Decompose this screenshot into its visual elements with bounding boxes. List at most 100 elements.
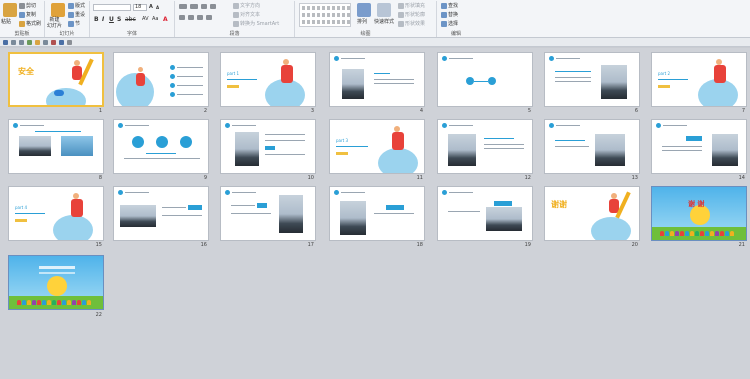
font-color-button[interactable]: A [163, 16, 168, 23]
shadow-button[interactable]: S [117, 16, 121, 23]
quick-styles-icon[interactable] [377, 3, 391, 17]
slide-thumbnail[interactable] [113, 119, 209, 174]
header-line [449, 192, 473, 193]
format-painter-button[interactable]: 格式刷 [19, 21, 41, 27]
justify-button[interactable] [206, 15, 212, 20]
align-right-button[interactable] [197, 15, 203, 20]
shrink-font-button[interactable]: A [156, 5, 159, 10]
paste-button[interactable]: 粘贴 [1, 19, 11, 25]
reset-button[interactable]: 重设 [68, 12, 85, 18]
slide-thumbnail[interactable] [8, 119, 104, 174]
text-line [555, 140, 585, 141]
open-icon[interactable] [35, 39, 40, 45]
italic-button[interactable]: I [102, 16, 104, 23]
part-label: part 4 [15, 205, 28, 210]
select-button[interactable]: 选择 [441, 21, 458, 27]
slide-thumbnail[interactable]: 安全 [8, 52, 104, 107]
cut-button[interactable]: 剪切 [19, 3, 36, 9]
slide-thumbnail[interactable] [437, 186, 533, 241]
customize-icon[interactable] [67, 39, 72, 45]
shape-effects-button[interactable]: 形状效果 [398, 21, 425, 27]
bold-button[interactable]: B [94, 16, 99, 23]
slide-thumbnail[interactable]: 谢 谢 [651, 186, 747, 241]
align-left-button[interactable] [179, 15, 185, 20]
quick-styles-button[interactable]: 快速样式 [374, 19, 394, 25]
replace-button[interactable]: 替换 [441, 12, 458, 18]
change-case-button[interactable]: Aa [152, 16, 158, 22]
shape-fill-button[interactable]: 形状填充 [398, 3, 425, 9]
find-button[interactable]: 查找 [441, 3, 458, 9]
redo-icon[interactable] [19, 39, 24, 45]
slide-thumbnail[interactable] [8, 255, 104, 310]
new-slide-button[interactable]: 新建 幻灯片 [47, 17, 62, 29]
slide-thumbnail[interactable] [437, 52, 533, 107]
clipboard-group: 粘贴 剪切 复制 格式刷 剪贴板 [0, 1, 45, 37]
slide-thumbnail[interactable] [113, 186, 209, 241]
slide-thumbnail[interactable] [113, 52, 209, 107]
text-line [124, 158, 200, 159]
align-center-button[interactable] [188, 15, 194, 20]
undo-icon[interactable] [11, 39, 16, 45]
paste-icon[interactable] [3, 3, 17, 17]
layout-button[interactable]: 版式 [68, 3, 85, 9]
arrange-icon[interactable] [357, 3, 371, 17]
bullets-icon [179, 4, 187, 9]
line-spacing-button[interactable] [210, 4, 216, 9]
binoculars-icon [441, 3, 447, 9]
slide-thumbnail[interactable] [329, 186, 425, 241]
water-blob [591, 217, 631, 240]
text-direction-button[interactable]: 文字方向 [233, 3, 260, 9]
header-dot [118, 190, 123, 195]
water-blob [698, 79, 738, 106]
slide-thumbnail[interactable] [544, 52, 640, 107]
slide-number: 19 [524, 242, 531, 248]
slide-thumbnail[interactable] [220, 186, 316, 241]
brush-icon [19, 21, 25, 27]
text-line [374, 73, 390, 74]
accent-bar [15, 219, 27, 222]
slide-thumbnail[interactable] [329, 52, 425, 107]
beach-photo [279, 195, 303, 233]
font-size-input[interactable]: 18 [133, 4, 147, 11]
decrease-indent-button[interactable] [201, 4, 207, 9]
align-text-button[interactable]: 对齐文本 [233, 12, 260, 18]
beach-photo [235, 132, 259, 166]
save-icon[interactable] [3, 39, 8, 45]
header-dot [13, 123, 18, 128]
slideshow-icon[interactable] [59, 39, 64, 45]
arrange-button[interactable]: 排列 [357, 19, 367, 25]
slide-number: 22 [95, 312, 102, 318]
underline-button[interactable]: U [109, 16, 114, 23]
title-art: 安全 [18, 67, 34, 76]
shape-outline-button[interactable]: 形状轮廓 [398, 12, 425, 18]
smartart-button[interactable]: 转换为 SmartArt [233, 21, 279, 27]
slide-thumbnail[interactable] [220, 119, 316, 174]
preview-icon[interactable] [43, 39, 48, 45]
slide-thumbnail[interactable]: part 4 [8, 186, 104, 241]
font-name-input[interactable] [93, 4, 131, 11]
slide-number: 15 [95, 242, 102, 248]
strikethrough-button[interactable]: abc [125, 16, 136, 23]
grow-font-button[interactable]: A [149, 4, 153, 10]
slide-thumbnail[interactable]: part 2 [651, 52, 747, 107]
header-line [125, 125, 149, 126]
text-line [231, 205, 255, 206]
bullets-button[interactable] [179, 4, 187, 9]
numbering-button[interactable] [190, 4, 198, 9]
slide-thumbnail[interactable] [437, 119, 533, 174]
editing-group: 查找 替换 选择 编辑 [437, 1, 475, 37]
section-button[interactable]: 节 [68, 21, 80, 27]
slide-thumbnail[interactable] [544, 119, 640, 174]
shapes-gallery[interactable] [299, 3, 351, 27]
slide-thumbnail[interactable] [651, 119, 747, 174]
slide-thumbnail[interactable]: part 1 [220, 52, 316, 107]
copy-button[interactable]: 复制 [19, 12, 36, 18]
slide-thumbnail[interactable]: 谢谢 [544, 186, 640, 241]
justify-icon [206, 15, 212, 20]
slide-thumbnail[interactable]: part 3 [329, 119, 425, 174]
spelling-icon[interactable] [51, 39, 56, 45]
lifeguard-figure [136, 73, 145, 86]
new-slide-icon[interactable] [51, 3, 65, 17]
char-spacing-button[interactable]: AV [142, 16, 149, 22]
print-icon[interactable] [27, 39, 32, 45]
